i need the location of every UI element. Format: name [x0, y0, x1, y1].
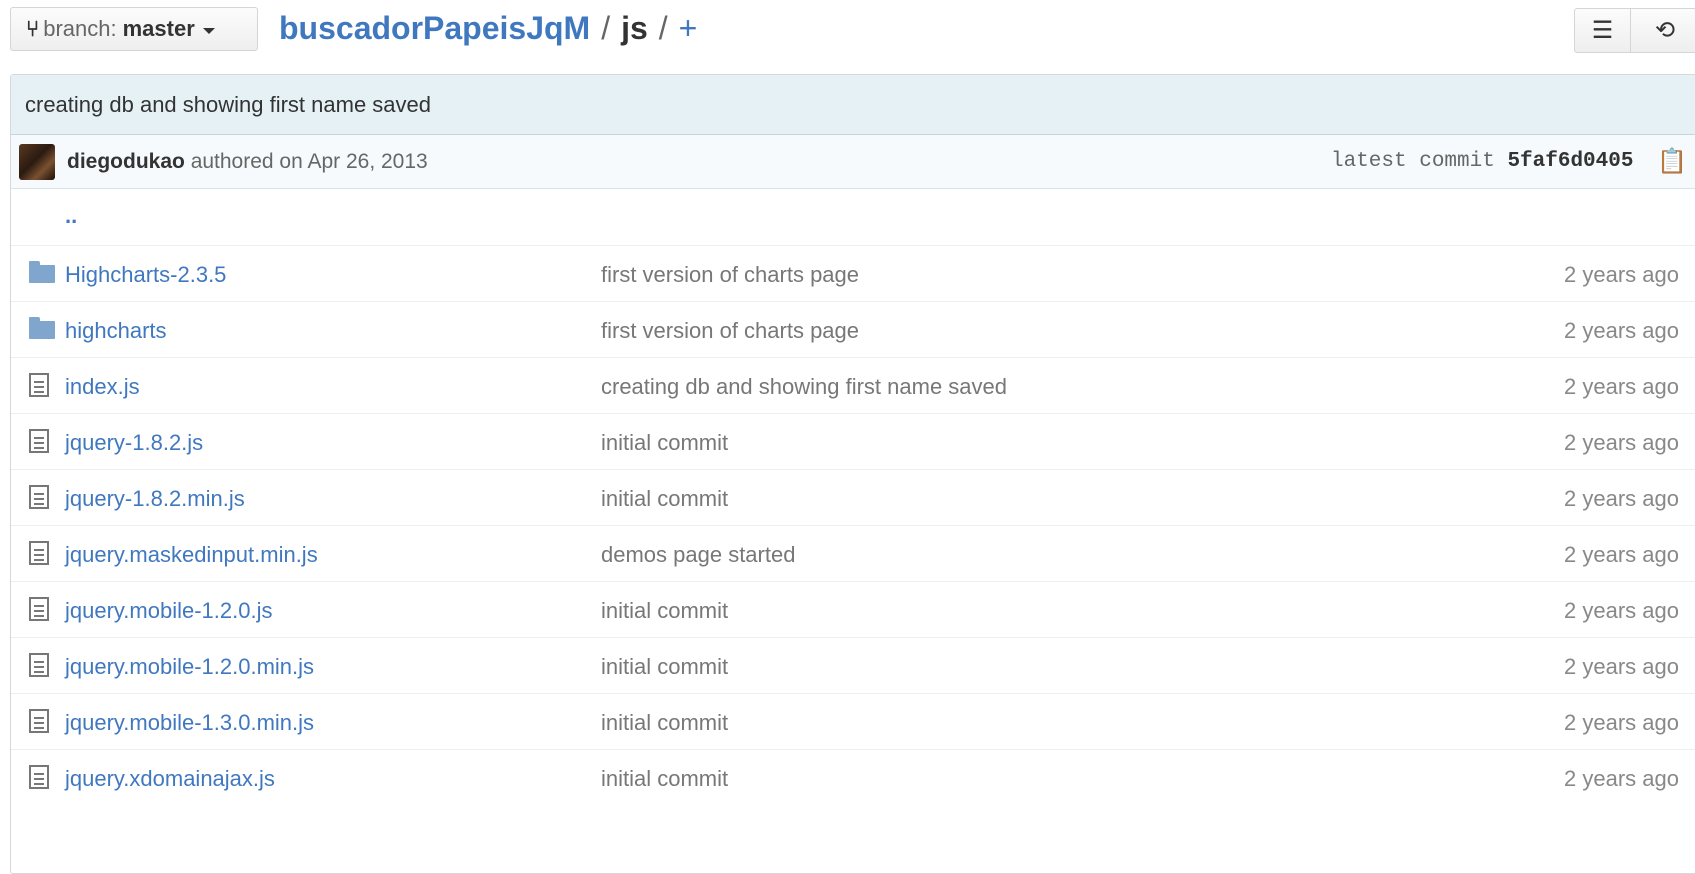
- commit-message[interactable]: creating db and showing first name saved: [11, 75, 1695, 135]
- file-age: 2 years ago: [1564, 542, 1679, 567]
- commit-meta: diegodukao authored on Apr 26, 2013 late…: [11, 135, 1695, 189]
- file-name-link[interactable]: highcharts: [65, 318, 167, 344]
- file-icon: [29, 541, 49, 565]
- commit-message-link[interactable]: first version of charts page: [601, 262, 859, 288]
- file-age: 2 years ago: [1564, 486, 1679, 511]
- latest-commit: latest commit 5faf6d0405: [1331, 150, 1633, 173]
- breadcrumb: buscadorPapeisJqM / js / +: [279, 8, 697, 48]
- file-icon: [29, 653, 49, 677]
- commit-message-link[interactable]: creating db and showing first name saved: [601, 374, 1007, 400]
- file-name-link[interactable]: Highcharts-2.3.5: [65, 262, 226, 288]
- commit-message-link[interactable]: initial commit: [601, 710, 728, 736]
- file-age: 2 years ago: [1564, 710, 1679, 735]
- commit-message-link[interactable]: demos page started: [601, 542, 795, 568]
- breadcrumb-current-dir: js: [621, 9, 648, 46]
- list-icon: ☰: [1591, 17, 1614, 44]
- table-row: jquery.mobile-1.3.0.min.js initial commit…: [11, 693, 1695, 753]
- table-row: Highcharts-2.3.5 first version of charts …: [11, 245, 1695, 305]
- file-icon: [29, 429, 49, 453]
- table-row: jquery.mobile-1.2.0.js initial commit 2 ye…: [11, 581, 1695, 641]
- branch-icon: ⑂: [26, 16, 40, 41]
- branch-select-button[interactable]: ⑂ branch: master: [10, 7, 258, 51]
- file-icon: [29, 373, 49, 397]
- commit-author[interactable]: diegodukao: [67, 150, 185, 173]
- folder-icon: [29, 261, 55, 283]
- table-row: index.js creating db and showing first na…: [11, 357, 1695, 417]
- file-name-link[interactable]: jquery-1.8.2.js: [65, 430, 203, 456]
- history-button[interactable]: ⟲: [1630, 8, 1695, 53]
- file-name-link[interactable]: index.js: [65, 374, 140, 400]
- file-age: 2 years ago: [1564, 430, 1679, 455]
- commit-authored-date: authored on Apr 26, 2013: [190, 150, 428, 173]
- file-age: 2 years ago: [1564, 262, 1679, 287]
- table-row: highcharts first version of charts page 2 …: [11, 301, 1695, 361]
- file-name-link[interactable]: jquery.mobile-1.2.0.min.js: [65, 654, 314, 680]
- file-icon: [29, 485, 49, 509]
- file-age: 2 years ago: [1564, 598, 1679, 623]
- commit-sha-link[interactable]: 5faf6d0405: [1507, 150, 1633, 173]
- file-age: 2 years ago: [1564, 318, 1679, 343]
- clipboard-icon[interactable]: 📋: [1657, 147, 1687, 176]
- folder-icon: [29, 317, 55, 339]
- history-icon: ⟲: [1654, 17, 1676, 44]
- latest-commit-label: latest commit: [1331, 150, 1495, 173]
- file-icon: [29, 765, 49, 789]
- commit-message-link[interactable]: initial commit: [601, 486, 728, 512]
- chevron-down-icon: [202, 27, 215, 34]
- commit-author-line: diegodukao authored on Apr 26, 2013: [67, 150, 428, 174]
- file-list-container: creating db and showing first name saved…: [10, 74, 1695, 874]
- breadcrumb-separator: /: [601, 9, 611, 46]
- file-name-link[interactable]: jquery-1.8.2.min.js: [65, 486, 245, 512]
- branch-prefix: branch:: [43, 16, 117, 41]
- file-age: 2 years ago: [1564, 374, 1679, 399]
- commit-message-link[interactable]: initial commit: [601, 598, 728, 624]
- file-name-link[interactable]: jquery.mobile-1.3.0.min.js: [65, 710, 314, 736]
- commit-message-link[interactable]: initial commit: [601, 766, 728, 792]
- file-age: 2 years ago: [1564, 766, 1679, 791]
- file-icon: [29, 597, 49, 621]
- table-row: jquery.xdomainajax.js initial commit 2 yea…: [11, 749, 1695, 809]
- parent-dir-row[interactable]: ..: [11, 189, 1695, 249]
- file-name-link[interactable]: jquery.xdomainajax.js: [65, 766, 275, 792]
- table-row: jquery.maskedinput.min.js demos page star…: [11, 525, 1695, 585]
- file-name-link[interactable]: jquery.mobile-1.2.0.js: [65, 598, 272, 624]
- commit-message-link[interactable]: first version of charts page: [601, 318, 859, 344]
- commit-message-link[interactable]: initial commit: [601, 430, 728, 456]
- file-name-link[interactable]: jquery.maskedinput.min.js: [65, 542, 318, 568]
- breadcrumb-separator: /: [658, 9, 668, 46]
- add-file-link[interactable]: +: [679, 10, 698, 47]
- branch-name: master: [122, 16, 195, 41]
- table-row: jquery-1.8.2.min.js initial commit 2 years…: [11, 469, 1695, 529]
- parent-dir-link[interactable]: ..: [65, 203, 77, 229]
- commit-message-link[interactable]: initial commit: [601, 654, 728, 680]
- avatar[interactable]: [19, 144, 55, 180]
- file-age: 2 years ago: [1564, 654, 1679, 679]
- file-icon: [29, 709, 49, 733]
- list-view-button[interactable]: ☰: [1574, 8, 1631, 53]
- table-row: jquery-1.8.2.js initial commit 2 years ago: [11, 413, 1695, 473]
- file-navigation: ⑂ branch: master buscadorPapeisJqM / js …: [0, 0, 1695, 64]
- breadcrumb-repo-link[interactable]: buscadorPapeisJqM: [279, 10, 590, 47]
- table-row: jquery.mobile-1.2.0.min.js initial commit…: [11, 637, 1695, 697]
